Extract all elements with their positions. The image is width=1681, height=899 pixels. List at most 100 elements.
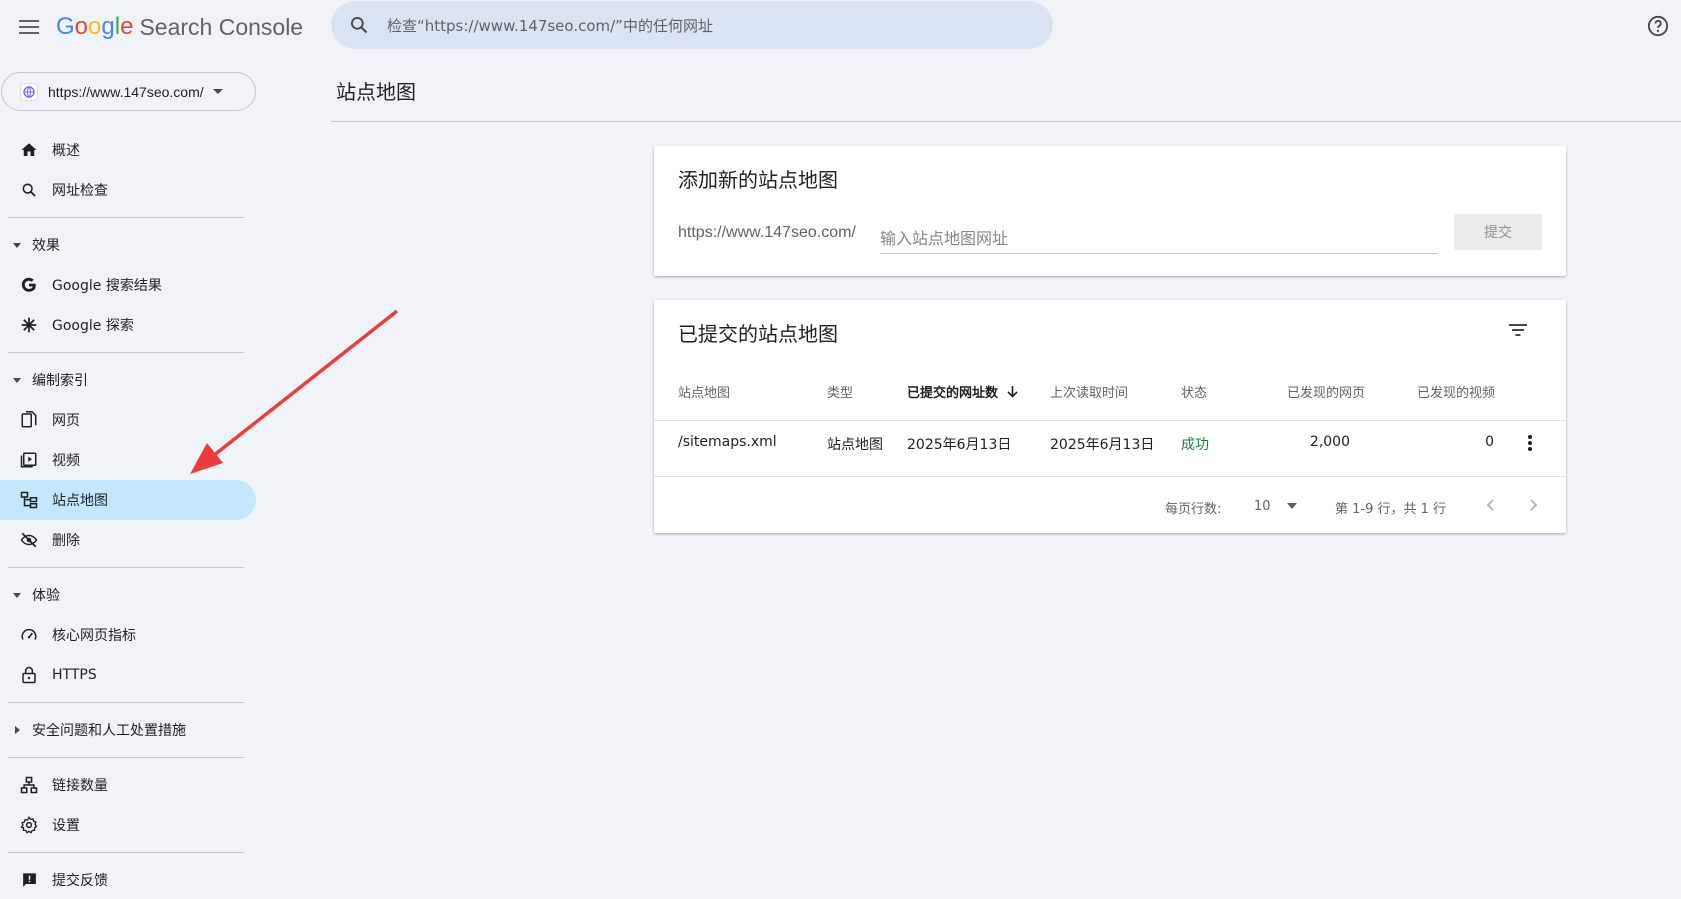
sidebar-item-label: Google 搜索结果	[52, 278, 162, 294]
links-icon	[20, 776, 38, 794]
sidebar-item-label: 核心网页指标	[52, 628, 136, 644]
sidebar-item-label: 删除	[52, 533, 80, 549]
video-icon	[20, 451, 38, 469]
cell-discovered-pages: 2,000	[1309, 434, 1350, 450]
next-page-button[interactable]	[1520, 491, 1548, 519]
column-header-type[interactable]: 类型	[827, 382, 853, 401]
hamburger-icon	[19, 20, 39, 34]
sidebar-item-removals[interactable]: 删除	[0, 520, 256, 560]
sidebar-item-label: 链接数量	[52, 778, 108, 794]
sidebar-item-google-discover[interactable]: Google 探索	[0, 305, 256, 345]
sidebar-item-videos[interactable]: 视频	[0, 440, 256, 480]
more-vert-icon	[1528, 435, 1532, 451]
sidebar-item-label: 站点地图	[52, 493, 108, 509]
search-console-logo[interactable]: Google Search Console	[56, 10, 303, 44]
caret-right-icon	[12, 726, 22, 734]
speed-icon	[20, 626, 38, 644]
lock-icon	[20, 666, 38, 684]
section-title: 安全问题和人工处置措施	[32, 723, 186, 739]
sidebar-divider	[8, 702, 244, 703]
sitemap-icon	[20, 491, 38, 509]
url-inspection-search[interactable]: 检查“https://www.147seo.com/”中的任何网址	[331, 1, 1053, 49]
sidebar-item-https[interactable]: HTTPS	[0, 655, 256, 695]
sidebar-item-settings[interactable]: 设置	[0, 805, 256, 845]
sidebar-item-label: 设置	[52, 818, 80, 834]
sidebar-divider	[8, 567, 244, 568]
help-icon	[1647, 15, 1669, 37]
caret-down-icon	[12, 592, 22, 598]
page-title: 站点地图	[336, 80, 416, 104]
section-title: 编制索引	[32, 373, 88, 389]
sidebar-divider	[8, 852, 244, 853]
section-security[interactable]: 安全问题和人工处置措施	[0, 710, 256, 750]
chevron-right-icon	[1530, 499, 1538, 511]
eye-off-icon	[20, 531, 38, 549]
sidebar-item-url-inspection[interactable]: 网址检查	[0, 170, 256, 210]
globe-icon	[20, 82, 38, 101]
table-divider	[654, 420, 1566, 421]
section-title: 效果	[32, 238, 60, 254]
section-performance[interactable]: 效果	[0, 225, 256, 265]
top-bar: Google Search Console 检查“https://www.147…	[0, 0, 1681, 54]
rows-per-page-value: 10	[1254, 498, 1271, 514]
logo-letter: e	[120, 13, 134, 40]
sitemap-url-prefix: https://www.147seo.com/	[678, 224, 856, 241]
submitted-sitemaps-title: 已提交的站点地图	[678, 322, 838, 346]
filter-button[interactable]	[1504, 316, 1532, 344]
cell-last-read: 2025年6月13日	[1050, 437, 1155, 453]
pages-icon	[20, 411, 38, 429]
arrow-down-icon	[1006, 386, 1018, 398]
chevron-down-icon	[1286, 503, 1297, 509]
property-selector[interactable]: https://www.147seo.com/	[1, 72, 256, 111]
sidebar-item-pages[interactable]: 网页	[0, 400, 256, 440]
sitemap-url-input[interactable]	[880, 224, 1438, 254]
row-more-button[interactable]	[1520, 430, 1540, 456]
logo-product-name: Search Console	[139, 13, 304, 40]
home-icon	[20, 141, 38, 159]
section-experience[interactable]: 体验	[0, 575, 256, 615]
sidebar-item-label: Google 探索	[52, 318, 134, 334]
pagination-range: 第 1-9 行，共 1 行	[1335, 502, 1447, 517]
column-header-last-read[interactable]: 上次读取时间	[1050, 382, 1128, 401]
sidebar-item-label: 提交反馈	[52, 873, 108, 889]
title-divider	[331, 121, 1681, 122]
table-divider	[654, 476, 1566, 477]
add-sitemap-card: 添加新的站点地图 https://www.147seo.com/ 提交	[654, 146, 1566, 276]
sidebar-item-label: 概述	[52, 143, 80, 159]
rows-per-page-label: 每页行数:	[1165, 502, 1222, 517]
sidebar-item-label: 网页	[52, 413, 80, 429]
caret-down-icon	[12, 242, 22, 248]
chevron-left-icon	[1486, 499, 1494, 511]
sidebar-divider	[8, 352, 244, 353]
sidebar-item-feedback[interactable]: 提交反馈	[0, 860, 256, 899]
sidebar-item-links[interactable]: 链接数量	[0, 765, 256, 805]
column-header-label: 已提交的网址数	[907, 386, 999, 401]
search-icon	[351, 17, 368, 34]
rows-per-page-select[interactable]: 10	[1254, 494, 1314, 518]
sidebar-divider	[8, 217, 244, 218]
submit-button[interactable]: 提交	[1454, 214, 1542, 250]
caret-down-icon	[12, 377, 22, 383]
sidebar-item-overview[interactable]: 概述	[0, 130, 256, 170]
sidebar-nav: 概述 网址检查 效果 Google 搜索结果 Google 探索 编制索引 网页…	[0, 130, 256, 899]
add-sitemap-title: 添加新的站点地图	[678, 168, 838, 192]
column-header-discovered-videos[interactable]: 已发现的视频	[1417, 382, 1495, 401]
sidebar-item-sitemaps[interactable]: 站点地图	[0, 480, 256, 520]
sidebar-item-label: HTTPS	[52, 667, 97, 683]
help-button[interactable]	[1645, 13, 1671, 39]
column-header-sitemap[interactable]: 站点地图	[678, 382, 730, 401]
main-menu-button[interactable]	[14, 12, 44, 42]
chevron-down-icon	[212, 88, 223, 94]
cell-submitted: 2025年6月13日	[907, 437, 1012, 453]
sidebar-item-google-search[interactable]: Google 搜索结果	[0, 265, 256, 305]
column-header-submitted-urls[interactable]: 已提交的网址数	[907, 382, 1018, 401]
cell-type: 站点地图	[827, 437, 883, 453]
column-header-discovered-pages[interactable]: 已发现的网页	[1287, 382, 1365, 401]
previous-page-button[interactable]	[1476, 491, 1504, 519]
sidebar-divider	[8, 757, 244, 758]
logo-letter: G	[56, 13, 75, 40]
feedback-icon	[20, 871, 38, 889]
section-indexing[interactable]: 编制索引	[0, 360, 256, 400]
sidebar-item-core-web-vitals[interactable]: 核心网页指标	[0, 615, 256, 655]
column-header-status[interactable]: 状态	[1181, 382, 1207, 401]
